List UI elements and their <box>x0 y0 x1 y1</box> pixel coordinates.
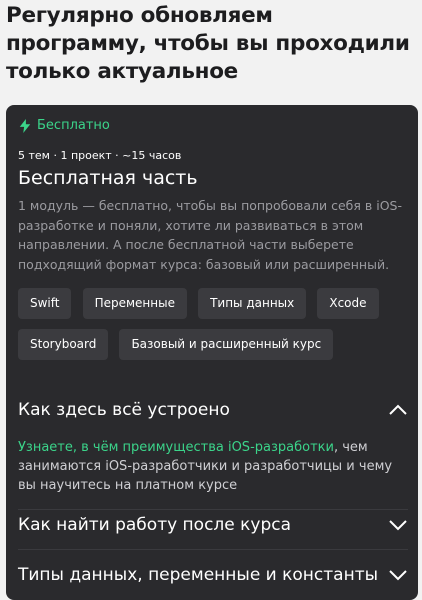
accordion-header-job-search[interactable]: Как найти работу после курса <box>18 515 408 535</box>
tag-swift: Swift <box>18 288 72 319</box>
accordion-title: Как найти работу после курса <box>18 515 292 535</box>
ios-benefits-link[interactable]: Узнаете, в чём преимущества iOS-разработ… <box>18 440 334 455</box>
free-badge: Бесплатно <box>19 118 110 133</box>
chevron-down-icon[interactable] <box>388 519 408 531</box>
tag-storyboard: Storyboard <box>18 329 109 360</box>
accordion-title: Типы данных, переменные и константы <box>18 565 379 585</box>
accordion-body: Узнаете, в чём преимущества iOS-разработ… <box>18 438 408 495</box>
course-meta: 5 тем · 1 проект · ~15 часов <box>18 149 182 162</box>
free-part-card: Бесплатно 5 тем · 1 проект · ~15 часов Б… <box>6 105 418 600</box>
free-badge-label: Бесплатно <box>37 118 110 133</box>
accordion-item-how-it-works: Как здесь всё устроено Узнаете, в чём пр… <box>18 400 408 510</box>
lightning-icon <box>19 118 31 133</box>
chevron-up-icon[interactable] <box>388 404 408 416</box>
card-description: 1 модуль — бесплатно, чтобы вы попробова… <box>18 198 402 272</box>
accordion-header-data-types[interactable]: Типы данных, переменные и константы <box>18 565 408 585</box>
chevron-down-icon[interactable] <box>388 569 408 581</box>
accordion-item-data-types: Типы данных, переменные и константы <box>18 565 408 585</box>
tag-xcode: Xcode <box>317 288 379 319</box>
tag-course-formats: Базовый и расширенный курс <box>119 329 334 360</box>
accordion-title: Как здесь всё устроено <box>18 400 230 420</box>
accordion-header-how-it-works[interactable]: Как здесь всё устроено <box>18 400 408 420</box>
topic-tags: Swift Переменные Типы данных Xcode Story… <box>18 288 410 370</box>
tag-variables: Переменные <box>82 288 187 319</box>
accordion-item-job-search: Как найти работу после курса <box>18 515 408 550</box>
tag-data-types: Типы данных <box>198 288 307 319</box>
section-headline: Регулярно обновляем программу, чтобы вы … <box>6 3 410 84</box>
card-title: Бесплатная часть <box>18 167 198 189</box>
